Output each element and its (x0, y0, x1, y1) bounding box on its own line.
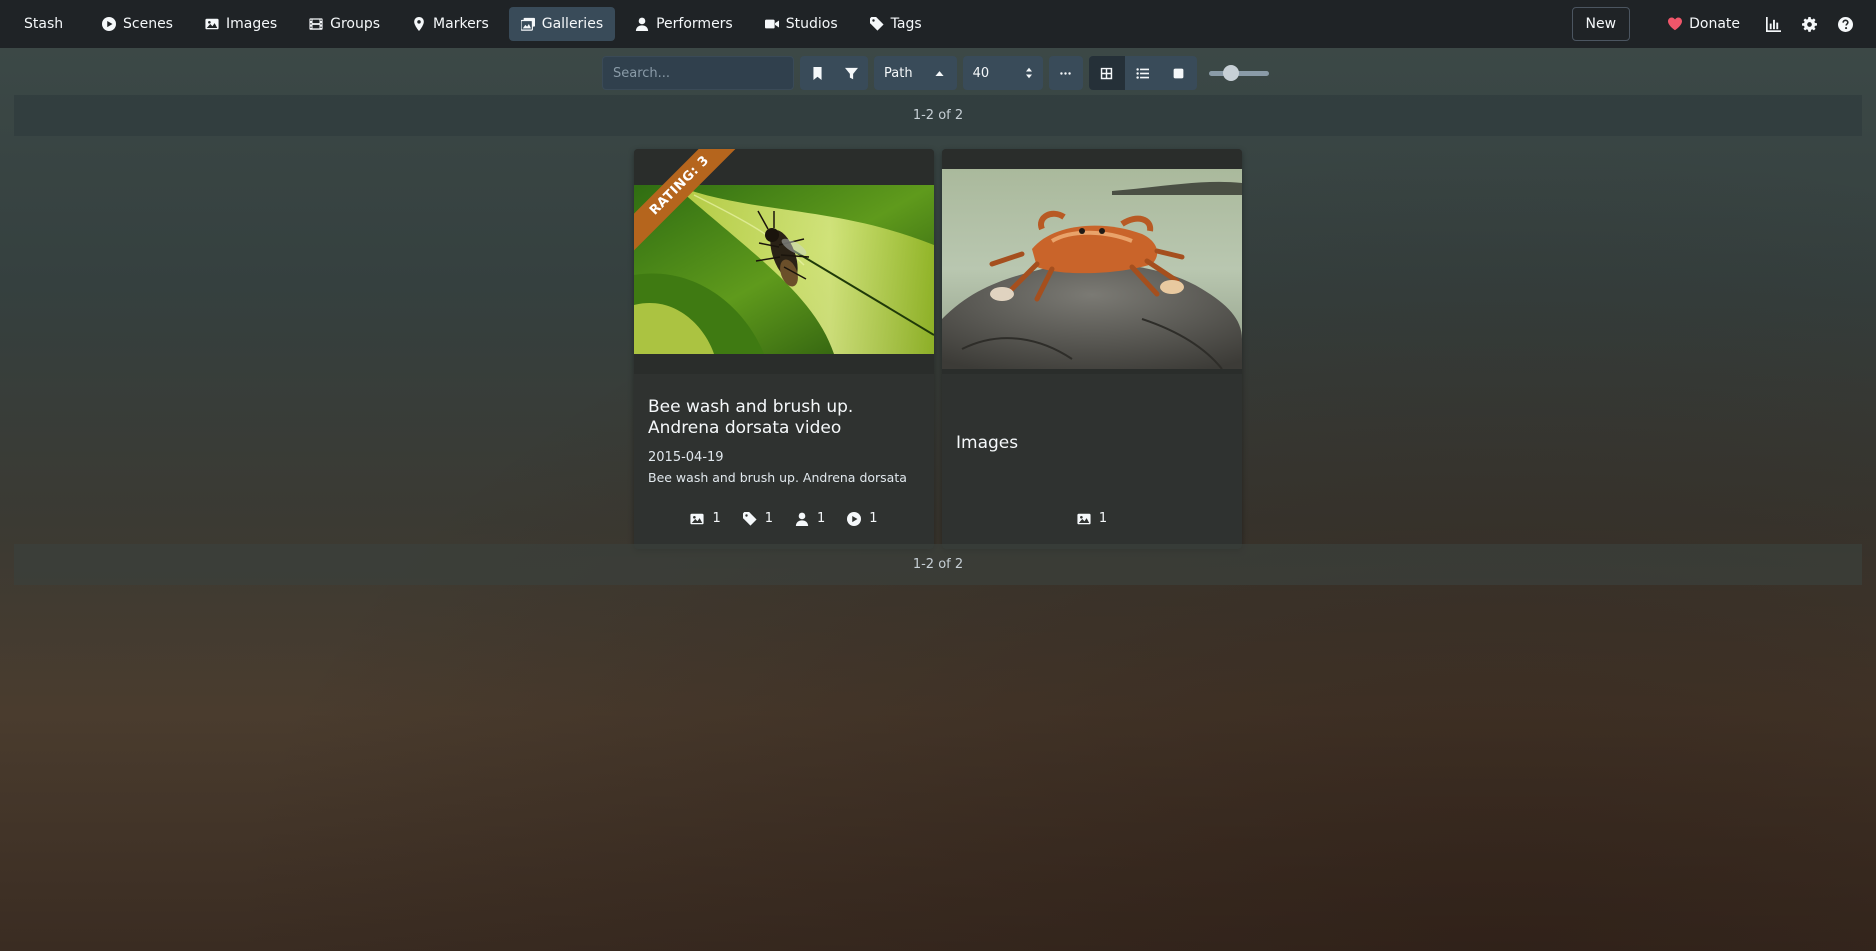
image-icon (1077, 513, 1091, 524)
question-circle-icon (1837, 16, 1853, 32)
nav-actions: New Donate (1571, 7, 1858, 41)
user-icon (795, 512, 809, 526)
nav-item-label: Groups (330, 16, 381, 32)
per-page-select[interactable]: 40 (963, 56, 1043, 90)
nav-item-label: Tags (890, 16, 922, 32)
wall-view-button[interactable] (1161, 56, 1197, 90)
tag-count-button[interactable]: 1 (742, 511, 773, 526)
pagination-text: 1-2 of 2 (912, 108, 964, 123)
pagination-text: 1-2 of 2 (912, 557, 964, 572)
nav-item-groups[interactable]: Groups (297, 7, 392, 41)
donate-label: Donate (1689, 16, 1740, 32)
nav-item-studios[interactable]: Studios (753, 7, 850, 41)
performer-count: 1 (817, 511, 826, 526)
gallery-thumbnail[interactable] (942, 149, 1242, 374)
filter-group (800, 56, 868, 90)
nav-item-tags[interactable]: Tags (858, 7, 934, 41)
image-icon (690, 513, 704, 524)
filter-button[interactable] (834, 56, 868, 90)
scene-count: 1 (869, 511, 878, 526)
chart-icon (1765, 16, 1781, 32)
nav-item-label: Scenes (123, 16, 173, 32)
tag-icon (742, 511, 757, 526)
bookmark-icon (812, 66, 822, 80)
nav-item-label: Studios (785, 16, 838, 32)
gallery-title[interactable]: Images (956, 433, 1228, 454)
new-button[interactable]: New (1571, 7, 1631, 41)
image-count: 1 (712, 511, 721, 526)
display-mode-group (1088, 56, 1197, 90)
scene-count-button[interactable]: 1 (847, 511, 878, 526)
top-navbar: Stash Scenes Images Groups Markers Galle… (0, 0, 1876, 48)
more-options-button[interactable] (1049, 56, 1083, 90)
pagination-index-top: 1-2 of 2 (14, 95, 1862, 136)
gallery-title[interactable]: Bee wash and brush up. Andrena dorsata v… (648, 397, 920, 439)
nav-item-label: Markers (433, 16, 489, 32)
card-popovers: 1 (942, 511, 1242, 526)
sort-by-dropdown[interactable]: Path (874, 56, 923, 90)
nav-item-scenes[interactable]: Scenes (90, 7, 185, 41)
donate-button[interactable]: Donate (1658, 7, 1750, 41)
filter-icon (844, 67, 858, 79)
gallery-card[interactable]: RATING: 3 Bee wash and brush up. Andrena… (634, 149, 934, 549)
sort-direction-button[interactable] (923, 56, 957, 90)
saved-filters-button[interactable] (800, 56, 834, 90)
grid-icon (1100, 67, 1113, 79)
search-input[interactable] (602, 56, 794, 90)
nav-item-label: Images (225, 16, 278, 32)
video-icon (764, 19, 779, 29)
nav-item-label: Galleries (541, 16, 604, 32)
nav-item-label: Performers (656, 16, 733, 32)
per-page-group: 40 (962, 56, 1043, 90)
user-icon (635, 17, 649, 31)
image-count: 1 (1098, 511, 1108, 526)
nav-item-performers[interactable]: Performers (623, 7, 745, 41)
settings-button[interactable] (1796, 7, 1822, 41)
main-nav: Scenes Images Groups Markers Galleries P… (90, 7, 934, 41)
per-page-value: 40 (972, 65, 990, 81)
zoom-slider-thumb[interactable] (1223, 65, 1240, 81)
list-toolbar: Path 40 (602, 56, 1269, 90)
card-popovers: 1 1 1 1 (634, 511, 934, 526)
brand-logo[interactable]: Stash (24, 0, 63, 48)
square-icon (1173, 68, 1184, 78)
play-circle-icon (847, 511, 862, 526)
image-count-button[interactable]: 1 (690, 511, 721, 526)
gallery-card[interactable]: Images 1 (942, 149, 1242, 549)
heart-icon (1668, 17, 1683, 31)
gallery-details: Bee wash and brush up. Andrena dorsata (648, 470, 907, 485)
tag-count: 1 (764, 511, 773, 526)
map-marker-icon (414, 17, 424, 31)
help-button[interactable] (1832, 7, 1858, 41)
play-circle-icon (102, 17, 116, 31)
tag-icon (869, 17, 884, 31)
list-view-button[interactable] (1125, 56, 1161, 90)
pagination-index-bottom: 1-2 of 2 (14, 544, 1862, 585)
nav-item-images[interactable]: Images (193, 7, 289, 41)
image-count-button[interactable]: 1 (1077, 511, 1107, 526)
images-icon (520, 17, 535, 31)
performer-count-button[interactable]: 1 (795, 511, 825, 526)
nav-item-galleries[interactable]: Galleries (508, 7, 616, 41)
list-icon (1136, 67, 1150, 79)
sort-group: Path (874, 56, 957, 90)
grid-view-button[interactable] (1088, 56, 1125, 90)
more-group (1048, 56, 1083, 90)
caret-up-icon (935, 70, 944, 76)
nav-item-markers[interactable]: Markers (400, 7, 501, 41)
film-icon (309, 18, 323, 30)
image-icon (205, 18, 219, 30)
gallery-cover-image (634, 185, 934, 354)
gallery-date: 2015-04-19 (648, 450, 724, 465)
gear-icon (1801, 16, 1817, 32)
sort-arrows-icon (1025, 67, 1032, 79)
gallery-cover-image (942, 169, 1242, 369)
ellipsis-icon (1060, 71, 1071, 75)
stats-button[interactable] (1760, 7, 1786, 41)
zoom-slider[interactable] (1208, 56, 1269, 90)
gallery-thumbnail[interactable]: RATING: 3 (634, 149, 934, 374)
